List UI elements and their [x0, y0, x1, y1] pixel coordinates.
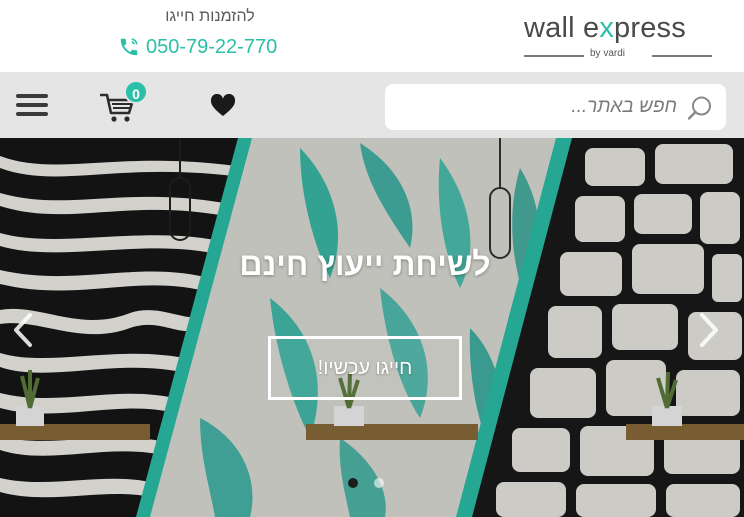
- logo-text-suffix: press: [614, 12, 686, 44]
- slider-dot-1[interactable]: [348, 478, 358, 488]
- phone-link[interactable]: 050-79-22-770: [118, 34, 277, 60]
- hamburger-menu-icon[interactable]: [16, 94, 48, 118]
- search-input[interactable]: [395, 84, 677, 130]
- logo-subtitle: by vardi: [590, 48, 626, 59]
- phone-number[interactable]: 050-79-22-770: [146, 36, 277, 59]
- site-header: להזמנות חייגו 050-79-22-770 wall express…: [0, 0, 744, 72]
- logo-text-x: x: [599, 12, 615, 44]
- hero-title: לשיחת ייעוץ חינם: [239, 246, 491, 282]
- chevron-right-icon[interactable]: [696, 312, 722, 348]
- heart-icon[interactable]: [210, 94, 236, 118]
- page: להזמנות חייגו 050-79-22-770 wall express…: [0, 0, 744, 517]
- logo-divider-left: [524, 55, 584, 57]
- slider-dot-2[interactable]: [374, 478, 384, 488]
- toolbar: 0: [0, 72, 744, 138]
- logo-divider-right: [652, 55, 712, 57]
- slider-pagination: [342, 478, 392, 490]
- site-logo[interactable]: wall express by vardi: [524, 12, 714, 62]
- search-box: [385, 84, 726, 130]
- chevron-left-icon[interactable]: [10, 312, 36, 348]
- hero-slider: לשיחת ייעוץ חינם חייגו עכשיו!: [0, 138, 744, 517]
- logo-text-prefix: wall e: [524, 12, 600, 44]
- cart-button[interactable]: 0: [100, 80, 148, 126]
- logo-wordmark: wall express: [524, 12, 686, 45]
- order-label: להזמנות חייגו: [165, 8, 255, 25]
- hero-background-image: [0, 138, 744, 517]
- search-icon[interactable]: [686, 94, 714, 122]
- call-now-button[interactable]: חייגו עכשיו!: [268, 336, 462, 400]
- phone-icon: [120, 38, 138, 56]
- cart-count-badge: 0: [124, 80, 148, 104]
